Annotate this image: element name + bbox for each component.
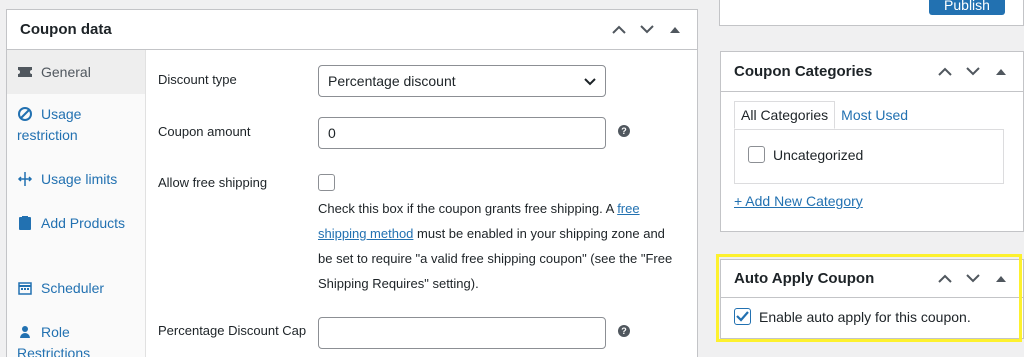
publish-panel: Publish (719, 0, 1024, 26)
auto-apply-checkbox[interactable] (734, 308, 751, 325)
move-down-icon[interactable] (637, 20, 657, 40)
calendar-icon (17, 280, 33, 296)
collapse-toggle-icon[interactable] (991, 269, 1011, 289)
move-down-icon[interactable] (963, 62, 983, 82)
coupon-data-header: Coupon data (7, 10, 697, 50)
coupon-amount-input[interactable]: 0 (318, 117, 606, 149)
categories-title: Coupon Categories (734, 63, 873, 80)
panel-controls (935, 269, 1011, 289)
tab-usage-restriction[interactable]: Usage restriction (7, 104, 137, 146)
chevron-down-icon (584, 73, 596, 89)
limits-icon (17, 171, 33, 187)
auto-apply-label: Enable auto apply for this coupon. (759, 308, 971, 325)
collapse-toggle-icon[interactable] (991, 62, 1011, 82)
coupon-tabs: General Usage restriction Usage limits A… (7, 50, 146, 357)
category-checkbox[interactable] (748, 146, 765, 163)
coupon-data-title: Coupon data (20, 21, 112, 38)
discount-type-value: Percentage discount (328, 73, 456, 89)
free-shipping-label: Allow free shipping (158, 175, 268, 190)
person-icon (17, 324, 33, 340)
tab-all-categories[interactable]: All Categories (734, 101, 836, 129)
category-label: Uncategorized (773, 146, 864, 163)
auto-apply-title: Auto Apply Coupon (734, 270, 875, 287)
tab-add-products[interactable]: Add Products (7, 213, 137, 234)
category-tabs: All Categories Most Used (734, 101, 914, 129)
tab-usage-limits[interactable]: Usage limits (7, 169, 137, 190)
discount-type-label: Discount type (158, 72, 237, 87)
move-up-icon[interactable] (935, 269, 955, 289)
coupon-data-body: General Usage restriction Usage limits A… (7, 50, 697, 357)
move-down-icon[interactable] (963, 269, 983, 289)
coupon-data-panel: Coupon data General Usage restriction Us… (6, 9, 698, 357)
auto-apply-panel: Auto Apply Coupon Enable auto apply for … (720, 259, 1024, 339)
category-list: Uncategorized (734, 129, 1004, 184)
help-icon[interactable]: ? (618, 125, 630, 137)
panel-controls (935, 62, 1011, 82)
move-up-icon[interactable] (609, 20, 629, 40)
add-new-category-link[interactable]: + Add New Category (734, 193, 863, 209)
categories-body: All Categories Most Used Uncategorized +… (721, 92, 1023, 231)
product-icon (17, 215, 33, 231)
tab-label: Scheduler (41, 280, 105, 296)
free-shipping-checkbox[interactable] (318, 174, 335, 191)
tab-general[interactable]: General (7, 50, 145, 94)
tab-role-restrictions[interactable]: Role Restrictions (7, 322, 137, 357)
publish-button[interactable]: Publish (929, 0, 1005, 15)
free-shipping-description: Check this box if the coupon grants free… (318, 196, 680, 296)
coupon-amount-value: 0 (328, 125, 336, 141)
percentage-cap-label: Percentage Discount Cap (158, 323, 307, 338)
categories-header: Coupon Categories (721, 52, 1023, 92)
percentage-cap-input[interactable] (318, 317, 606, 349)
block-icon (17, 106, 33, 122)
collapse-toggle-icon[interactable] (665, 20, 685, 40)
list-item[interactable]: Uncategorized (748, 146, 863, 163)
tab-label: Add Products (41, 215, 126, 231)
panel-controls (609, 20, 685, 40)
discount-type-select[interactable]: Percentage discount (318, 65, 606, 97)
checkmark-icon (736, 311, 749, 322)
coupon-amount-label: Coupon amount (158, 124, 251, 139)
auto-apply-header: Auto Apply Coupon (721, 260, 1023, 298)
help-icon[interactable]: ? (618, 325, 630, 337)
ticket-icon (17, 64, 33, 80)
desc-text-1: Check this box if the coupon grants free… (318, 201, 618, 216)
tab-label: General (41, 63, 91, 80)
tab-label: Usage limits (41, 171, 118, 187)
coupon-categories-panel: Coupon Categories All Categories Most Us… (720, 51, 1024, 232)
move-up-icon[interactable] (935, 62, 955, 82)
tab-most-used[interactable]: Most Used (835, 101, 914, 129)
general-fields: Discount type Percentage discount Coupon… (158, 50, 697, 357)
tab-scheduler[interactable]: Scheduler (7, 278, 137, 299)
auto-apply-row: Enable auto apply for this coupon. (734, 308, 971, 325)
